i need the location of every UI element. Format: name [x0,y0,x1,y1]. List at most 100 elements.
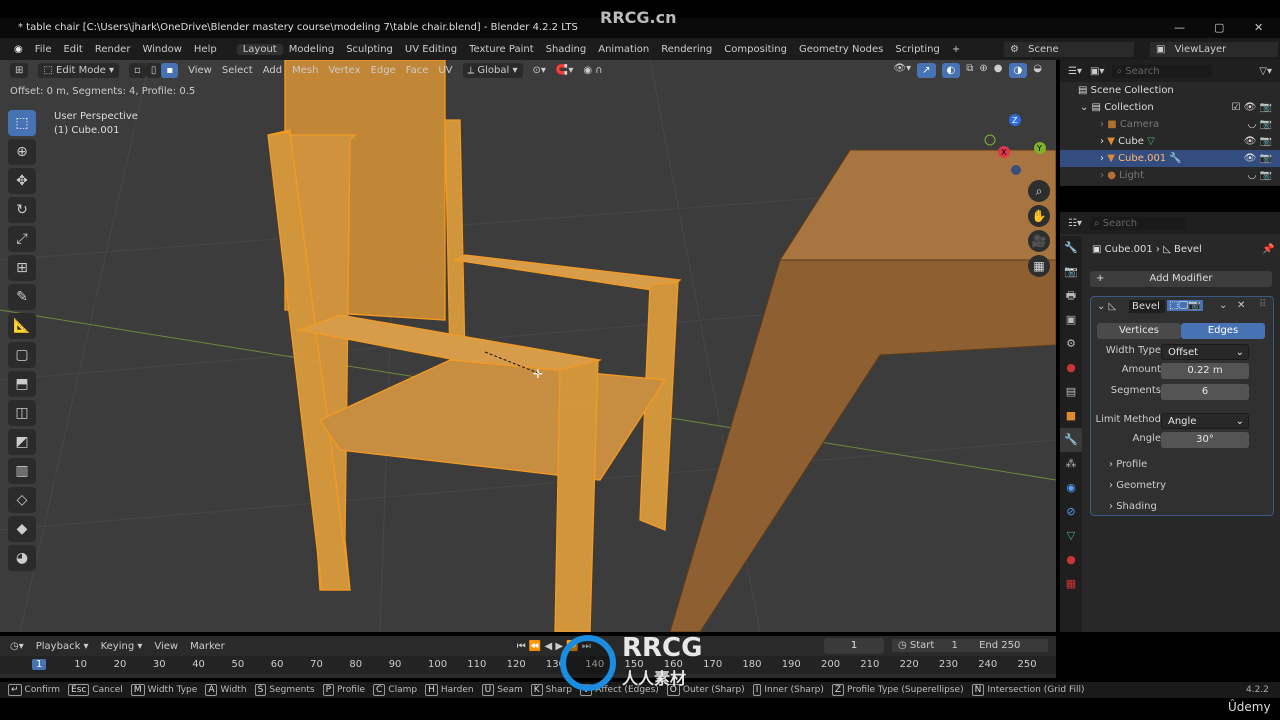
tab-animation[interactable]: Animation [592,44,655,55]
move-icon[interactable]: ✥ [8,168,36,194]
zoom-icon[interactable]: ⌕ [1028,180,1050,202]
menu-window[interactable]: Window [136,44,187,55]
panel-shading[interactable]: › Shading [1109,501,1157,512]
orientation-selector[interactable]: ⟂ Global ▾ [462,63,523,78]
tab-layout[interactable]: Layout [236,43,283,55]
collection-toggles[interactable]: ☑ 👁 📷 [1232,99,1272,116]
add-cube-icon[interactable]: ▢ [8,342,36,368]
pivot-icon[interactable]: ⊙▾ [533,65,546,76]
scene-tab-icon[interactable]: ⚙ [1060,332,1082,356]
object-tab-icon[interactable]: ■ [1060,404,1082,428]
select-mode-buttons[interactable]: ▫ ▯ ▪ [129,63,179,78]
drag-handle-icon[interactable]: ⠿ [1259,299,1266,310]
cursor-icon[interactable]: ⊕ [8,139,36,165]
panel-geometry[interactable]: › Geometry [1109,480,1166,491]
3d-viewport[interactable]: ✛ Z Y X [0,60,1056,632]
menu-select[interactable]: Select [222,65,253,76]
edge-select-icon[interactable]: ▯ [145,63,162,78]
add-modifier-button[interactable]: + Add Modifier [1090,271,1272,287]
tab-modeling[interactable]: Modeling [283,44,341,55]
viewport-toggle-icon[interactable]: 🖵 [1178,300,1188,311]
vertex-select-icon[interactable]: ▫ [129,63,146,78]
tab-uv-editing[interactable]: UV Editing [399,44,463,55]
timeline-editor-icon[interactable]: ◷▾ [10,641,24,652]
minimize-icon[interactable]: — [1174,18,1185,38]
view-layer-selector[interactable]: ▣ ViewLayer [1150,41,1278,57]
outliner-collection[interactable]: ⌄ ▤ Collection ☑ 👁 📷 [1060,99,1280,116]
view-layer-tab-icon[interactable]: ▣ [1060,308,1082,332]
visibility-icon[interactable]: 👁▾ [893,63,911,78]
menu-edge[interactable]: Edge [371,65,396,76]
constraints-tab-icon[interactable]: ⊘ [1060,500,1082,524]
modifier-tab-icon[interactable]: 🔧 [1060,428,1082,452]
inset-icon[interactable]: ◫ [8,400,36,426]
tab-scripting[interactable]: Scripting [889,44,945,55]
menu-edit[interactable]: Edit [57,44,88,55]
knife-icon[interactable]: ◇ [8,487,36,513]
menu-playback[interactable]: Playback ▾ [36,641,89,652]
tab-texture-paint[interactable]: Texture Paint [463,44,540,55]
blender-logo-icon[interactable]: ◉ [8,44,29,55]
shading-wireframe-icon[interactable]: ⊕ [979,63,987,78]
collection-tab-icon[interactable]: ▤ [1060,380,1082,404]
remove-modifier-icon[interactable]: ✕ [1237,300,1245,311]
filter-icon[interactable]: ▽▾ [1259,66,1272,77]
menu-add[interactable]: Add [263,65,282,76]
data-tab-icon[interactable]: ▽ [1060,524,1082,548]
measure-icon[interactable]: 📐 [8,313,36,339]
menu-render[interactable]: Render [89,44,137,55]
gizmo-toggle-icon[interactable]: ↗ [917,63,936,78]
frame-ruler[interactable]: 1 10 20 30 40 50 60 70 80 90 100 110 120 130 140 150 160… [0,656,1056,674]
menu-vertex[interactable]: Vertex [328,65,360,76]
material-tab-icon[interactable]: ● [1060,548,1082,572]
menu-mesh[interactable]: Mesh [292,65,318,76]
mode-selector[interactable]: ⬚ Edit Mode ▾ [38,63,120,78]
overlay-toggle-icon[interactable]: ◐ [941,63,961,78]
transform-icon[interactable]: ⊞ [8,255,36,281]
current-frame-field[interactable]: 1 [824,638,884,654]
add-workspace-button[interactable]: + [946,44,966,55]
shading-rendered-icon[interactable]: ◒ [1033,63,1042,78]
menu-help[interactable]: Help [188,44,223,55]
tab-rendering[interactable]: Rendering [655,44,718,55]
menu-keying[interactable]: Keying ▾ [101,641,143,652]
item-toggles[interactable]: 👁 📷 [1244,133,1272,150]
extrude-icon[interactable]: ⬒ [8,371,36,397]
frame-range[interactable]: ◷ Start 1 End 250 [892,639,1048,652]
physics-tab-icon[interactable]: ◉ [1060,476,1082,500]
proportional-edit-icon[interactable]: ◉ ∩ [583,65,602,76]
outliner-item-cube[interactable]: › ▼ Cube ▽ 👁 📷 [1060,133,1280,150]
amount-field[interactable]: 0.22 m [1161,363,1249,379]
shading-material-icon[interactable]: ◑ [1008,63,1028,78]
properties-search[interactable]: ⌕ Search [1089,216,1186,230]
outliner-item-camera[interactable]: › ■ Camera ◡ 📷 [1060,116,1280,133]
camera-view-icon[interactable]: 🎥 [1028,230,1050,252]
pin-icon[interactable]: 📌 [1262,244,1274,255]
outliner-scene-collection[interactable]: ▤ Scene Collection [1060,82,1280,99]
select-box-icon[interactable]: ⬚ [8,110,36,136]
bevel-icon[interactable]: ◩ [8,429,36,455]
snap-icon[interactable]: 🧲▾ [556,65,573,76]
menu-view[interactable]: View [154,641,178,652]
spin-icon[interactable]: ◕ [8,545,36,571]
pan-hand-icon[interactable]: ✋ [1028,205,1050,227]
ortho-grid-icon[interactable]: ▦ [1028,255,1050,277]
width-type-dropdown[interactable]: Offset ⌄ [1161,344,1249,360]
modifier-menu-icon[interactable]: ⌄ [1219,300,1227,311]
panel-profile[interactable]: › Profile [1109,459,1147,470]
close-icon[interactable]: ✕ [1254,18,1263,38]
tab-sculpting[interactable]: Sculpting [340,44,399,55]
tab-compositing[interactable]: Compositing [718,44,793,55]
editor-type-button[interactable]: ⊞ [10,63,29,78]
outliner-item-light[interactable]: › ● Light ◡ 📷 [1060,167,1280,184]
modifier-name-field[interactable]: Bevel [1129,300,1165,313]
tool-tab-icon[interactable]: 🔧 [1060,236,1082,260]
item-toggles[interactable]: ◡ 📷 [1248,116,1272,133]
tab-shading[interactable]: Shading [540,44,593,55]
xray-icon[interactable]: ⧉ [966,63,973,78]
render-toggle-icon[interactable]: 📷 [1188,300,1200,311]
outliner-search[interactable]: ⌕ Search [1112,64,1213,78]
shading-solid-icon[interactable]: ● [994,63,1003,78]
menu-uv[interactable]: UV [438,65,452,76]
affect-vertices-button[interactable]: Vertices [1097,323,1181,339]
